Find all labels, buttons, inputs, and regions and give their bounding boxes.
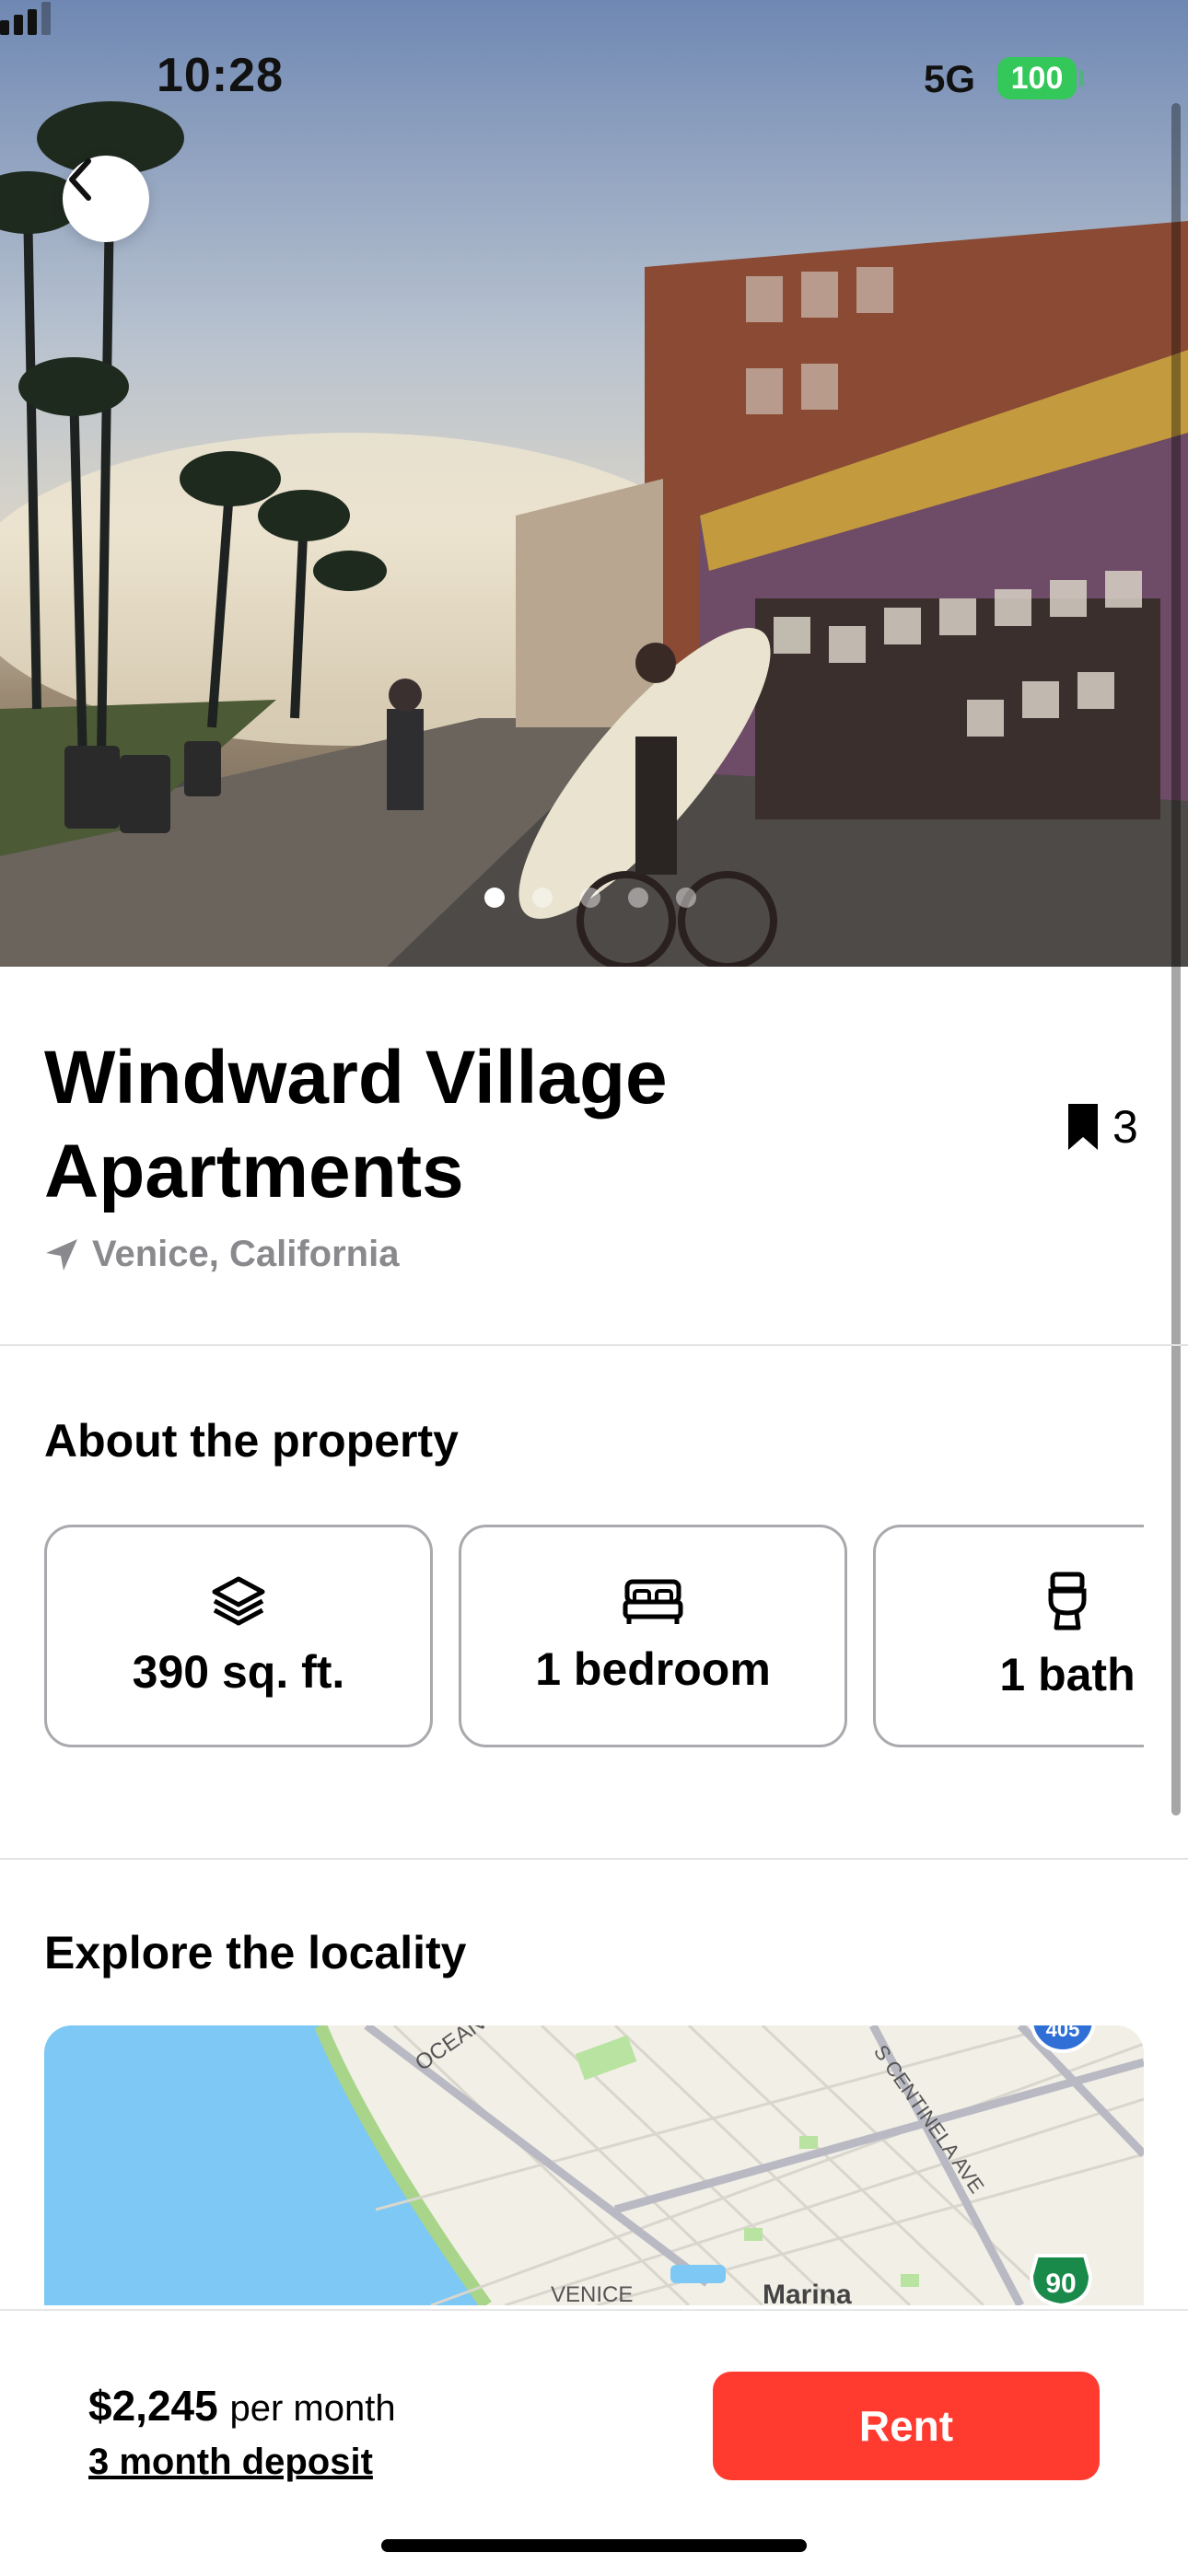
location-arrow-icon bbox=[46, 1238, 77, 1271]
page-dot-3[interactable] bbox=[580, 888, 600, 908]
property-location: Venice, California bbox=[44, 1234, 399, 1275]
bottom-action-bar: $2,245 per month 3 month deposit Rent bbox=[0, 2309, 1188, 2576]
page-dot-1[interactable] bbox=[484, 888, 505, 908]
feature-label: 1 bedroom bbox=[535, 1643, 771, 1695]
bed-icon bbox=[623, 1579, 683, 1624]
price-amount: $2,245 bbox=[88, 2382, 218, 2430]
deposit-link[interactable]: 3 month deposit bbox=[88, 2442, 373, 2483]
page-dot-2[interactable] bbox=[532, 888, 553, 908]
feature-card-bath: 1 bath bbox=[873, 1525, 1144, 1747]
back-button[interactable] bbox=[63, 156, 149, 242]
map-label-venice: VENICE bbox=[551, 2282, 633, 2305]
locality-heading: Explore the locality bbox=[44, 1927, 467, 1978]
feature-label: 1 bath bbox=[999, 1649, 1136, 1700]
network-type: 5G bbox=[924, 57, 976, 100]
divider bbox=[0, 1858, 1188, 1860]
map-graphic: OCEAN S CENTINELA AVE VENICE Marina 405 … bbox=[44, 2025, 1144, 2305]
feature-cards[interactable]: 390 sq. ft. 1 bedroom 1 bath bbox=[44, 1525, 1144, 1749]
feature-card-area: 390 sq. ft. bbox=[44, 1525, 433, 1747]
toilet-icon bbox=[1048, 1572, 1087, 1630]
svg-text:405: 405 bbox=[1046, 2025, 1080, 2041]
battery-nub bbox=[1079, 70, 1084, 87]
property-title: Windward Village Apartments bbox=[44, 1036, 668, 1213]
rent-button[interactable]: Rent bbox=[713, 2372, 1100, 2480]
divider bbox=[0, 1344, 1188, 1346]
status-bar: 10:28 5G 100 bbox=[0, 0, 1188, 157]
bookmark-button[interactable]: 3 bbox=[1066, 1100, 1138, 1154]
price-period: per month bbox=[229, 2388, 396, 2429]
page-dot-4[interactable] bbox=[628, 888, 648, 908]
feature-label: 390 sq. ft. bbox=[132, 1646, 345, 1698]
photo-page-indicator[interactable] bbox=[484, 888, 696, 908]
property-photo-gallery[interactable]: 10:28 5G 100 bbox=[0, 0, 1188, 967]
signal-icon bbox=[0, 2, 51, 35]
scrollbar[interactable] bbox=[1171, 103, 1181, 1816]
bookmark-icon bbox=[1068, 1104, 1098, 1150]
layers-icon bbox=[212, 1576, 265, 1626]
bookmark-count: 3 bbox=[1112, 1101, 1138, 1153]
location-label: Venice, California bbox=[92, 1234, 400, 1274]
highway-90-shield: 90 bbox=[1029, 2254, 1093, 2305]
status-time: 10:28 bbox=[157, 49, 284, 102]
svg-text:90: 90 bbox=[1045, 2269, 1076, 2299]
battery-indicator: 100 bbox=[997, 57, 1077, 99]
about-heading: About the property bbox=[44, 1415, 459, 1467]
price-line: $2,245 per month bbox=[88, 2381, 396, 2431]
home-indicator[interactable] bbox=[381, 2539, 807, 2552]
chevron-left-icon bbox=[69, 158, 91, 201]
feature-card-bedrooms: 1 bedroom bbox=[459, 1525, 847, 1747]
map-label-marina: Marina bbox=[763, 2280, 852, 2305]
page-dot-5[interactable] bbox=[676, 888, 696, 908]
locality-map[interactable]: OCEAN S CENTINELA AVE VENICE Marina 405 … bbox=[44, 2025, 1144, 2305]
